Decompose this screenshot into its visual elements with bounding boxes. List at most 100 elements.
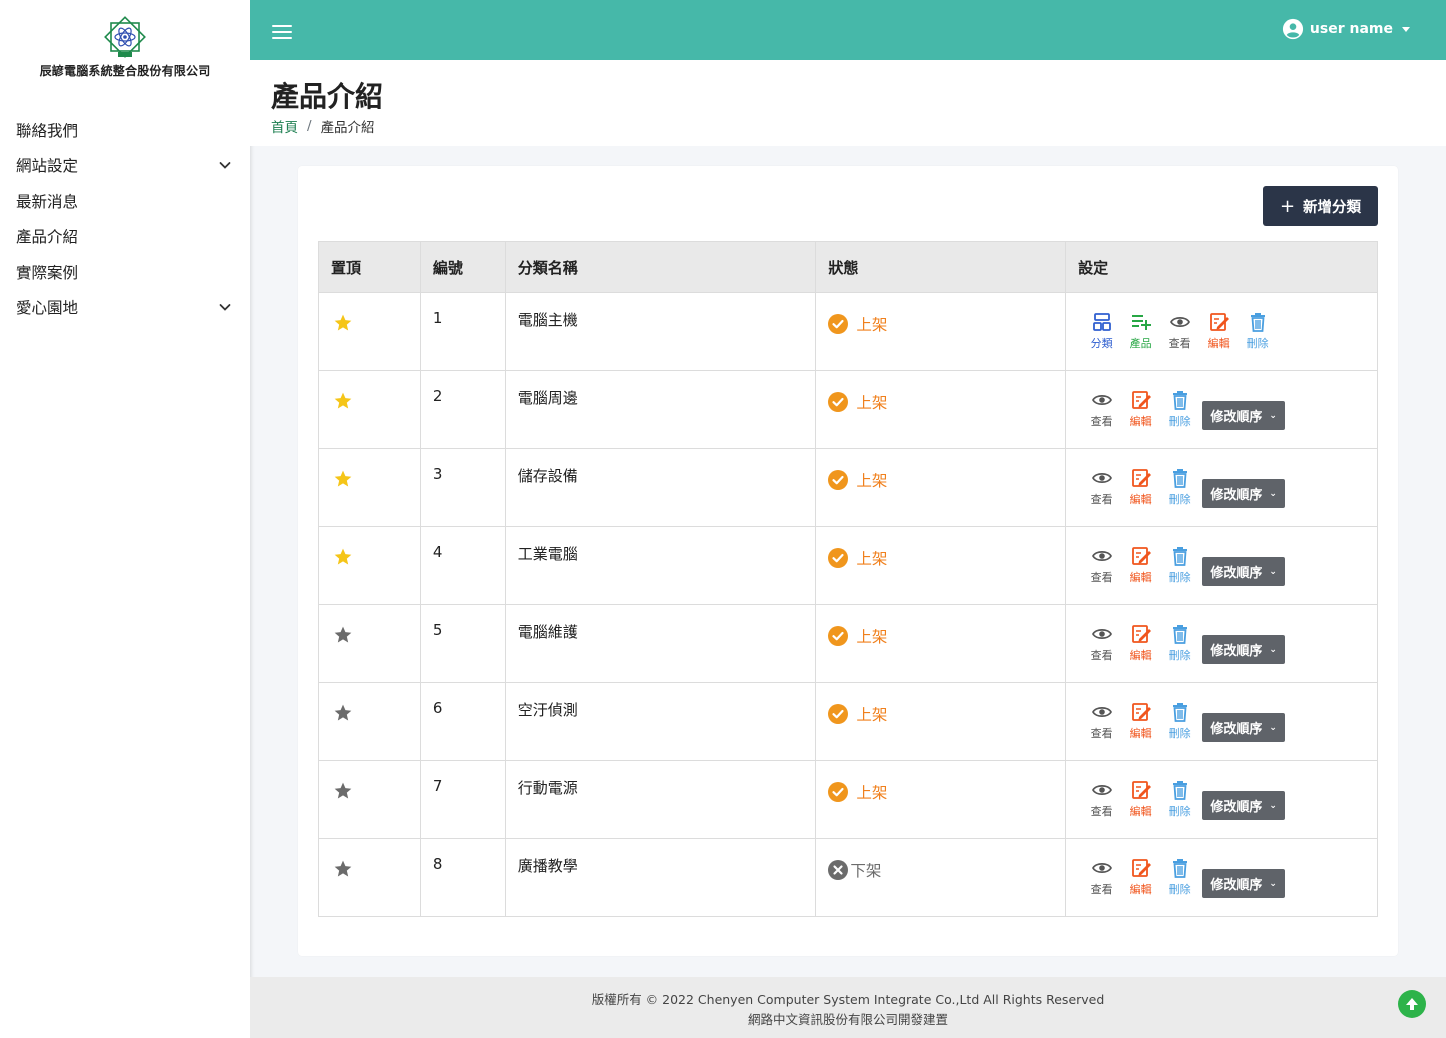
trash-action[interactable]: 刪除 <box>1238 311 1277 351</box>
eye-action[interactable]: 查看 <box>1082 623 1121 663</box>
settings-cell: 查看 編輯 刪除 修改順序 ⌄ <box>1065 526 1378 605</box>
action-label: 編輯 <box>1129 415 1152 428</box>
action-label: 刪除 <box>1168 727 1191 740</box>
settings-cell: 查看 編輯 刪除 修改順序 ⌄ <box>1065 838 1378 917</box>
pin-star-icon[interactable] <box>333 469 353 489</box>
check-circle-icon <box>828 314 849 334</box>
pin-star-icon[interactable] <box>333 625 353 645</box>
chevron-down-icon: ⌄ <box>1269 722 1277 733</box>
pinned-cell <box>318 760 421 839</box>
change-order-button[interactable]: 修改順序 ⌄ <box>1202 479 1286 508</box>
trash-action[interactable]: 刪除 <box>1160 779 1199 819</box>
edit-icon <box>1131 547 1151 565</box>
eye-action[interactable]: 查看 <box>1082 701 1121 741</box>
sidebar-item-4[interactable]: 產品介紹 <box>0 219 250 255</box>
trash-icon <box>1172 391 1187 410</box>
status-badge[interactable]: 上架 <box>828 313 1065 335</box>
breadcrumb-home-link[interactable]: 首頁 <box>271 116 298 136</box>
eye-icon <box>1091 707 1112 717</box>
status-badge[interactable]: 上架 <box>828 547 1065 569</box>
id-cell: 8 <box>419 838 506 917</box>
id-cell: 6 <box>419 682 506 761</box>
id-cell: 5 <box>419 604 506 683</box>
add-category-button[interactable]: + 新增分類 <box>1263 186 1378 226</box>
edit-icon <box>1131 859 1151 877</box>
action-label: 查看 <box>1090 727 1113 740</box>
status-badge[interactable]: 上架 <box>828 391 1065 413</box>
edit-action[interactable]: 編輯 <box>1121 779 1160 819</box>
sidebar-item-5[interactable]: 實際案例 <box>0 254 250 290</box>
eye-action[interactable]: 查看 <box>1082 389 1121 429</box>
user-menu[interactable]: user name <box>1282 18 1410 40</box>
change-order-button[interactable]: 修改順序 ⌄ <box>1202 791 1286 820</box>
header-name: 分類名稱 <box>504 241 817 293</box>
status-badge[interactable]: 下架 <box>828 859 1065 881</box>
status-badge[interactable]: 上架 <box>828 781 1065 803</box>
edit-action[interactable]: 編輯 <box>1121 857 1160 897</box>
action-label: 編輯 <box>1129 571 1152 584</box>
plus-icon: + <box>1279 195 1296 217</box>
breadcrumb: 首頁 / 產品介紹 <box>271 116 375 136</box>
table-row: 6 空汙偵測 上架 查看 編輯 刪除 修改順序 ⌄ <box>318 682 1378 761</box>
edit-action[interactable]: 編輯 <box>1121 545 1160 585</box>
trash-action[interactable]: 刪除 <box>1160 701 1199 741</box>
eye-action[interactable]: 查看 <box>1160 311 1199 351</box>
eye-action[interactable]: 查看 <box>1082 779 1121 819</box>
category-icon <box>1092 313 1111 331</box>
pin-star-icon[interactable] <box>333 313 353 333</box>
pin-star-icon[interactable] <box>333 781 353 801</box>
change-order-label: 修改順序 <box>1210 488 1263 503</box>
edit-action[interactable]: 編輯 <box>1121 701 1160 741</box>
pin-star-icon[interactable] <box>333 703 353 723</box>
change-order-button[interactable]: 修改順序 ⌄ <box>1202 713 1286 742</box>
sidebar-item-6[interactable]: 愛心園地 <box>0 290 250 326</box>
change-order-label: 修改順序 <box>1210 878 1263 893</box>
company-logo-icon <box>104 16 146 58</box>
scroll-top-button[interactable] <box>1398 990 1426 1018</box>
trash-action[interactable]: 刪除 <box>1160 545 1199 585</box>
eye-icon <box>1091 785 1112 795</box>
list-add-action[interactable]: 產品 <box>1121 311 1160 351</box>
eye-action[interactable]: 查看 <box>1082 857 1121 897</box>
action-label: 查看 <box>1168 337 1191 350</box>
id-cell: 2 <box>419 370 506 449</box>
check-circle-icon <box>828 704 849 724</box>
eye-action[interactable]: 查看 <box>1082 545 1121 585</box>
pinned-cell <box>318 370 421 449</box>
change-order-button[interactable]: 修改順序 ⌄ <box>1202 557 1286 586</box>
change-order-button[interactable]: 修改順序 ⌄ <box>1202 635 1286 664</box>
category-name-cell: 工業電腦 <box>504 526 817 605</box>
brand[interactable]: 辰諺電腦系統整合股份有限公司 <box>0 0 250 84</box>
pin-star-icon[interactable] <box>333 547 353 567</box>
change-order-button[interactable]: 修改順序 ⌄ <box>1202 869 1286 898</box>
sidebar-item-1[interactable]: 聯絡我們 <box>0 112 250 148</box>
status-badge[interactable]: 上架 <box>828 469 1065 491</box>
status-label: 上架 <box>856 316 888 334</box>
table-row: 2 電腦周邊 上架 查看 編輯 刪除 修改順序 ⌄ <box>318 370 1378 449</box>
change-order-button[interactable]: 修改順序 ⌄ <box>1202 401 1286 430</box>
status-badge[interactable]: 上架 <box>828 703 1065 725</box>
pin-star-icon[interactable] <box>333 391 353 411</box>
trash-action[interactable]: 刪除 <box>1160 857 1199 897</box>
trash-icon <box>1172 547 1187 566</box>
pin-star-icon[interactable] <box>333 859 353 879</box>
sidebar-item-label: 聯絡我們 <box>16 121 79 140</box>
trash-action[interactable]: 刪除 <box>1160 389 1199 429</box>
edit-action[interactable]: 編輯 <box>1199 311 1238 351</box>
edit-action[interactable]: 編輯 <box>1121 467 1160 507</box>
eye-icon <box>1091 629 1112 639</box>
status-badge[interactable]: 上架 <box>828 625 1065 647</box>
category-action[interactable]: 分類 <box>1082 311 1121 351</box>
trash-icon <box>1172 781 1187 800</box>
brand-name: 辰諺電腦系統整合股份有限公司 <box>39 64 211 78</box>
menu-toggle-icon[interactable] <box>272 25 292 39</box>
edit-action[interactable]: 編輯 <box>1121 389 1160 429</box>
sidebar-item-2[interactable]: 網站設定 <box>0 148 250 184</box>
edit-icon <box>1131 391 1151 409</box>
trash-action[interactable]: 刪除 <box>1160 623 1199 663</box>
row-actions: 查看 編輯 刪除 修改順序 ⌄ <box>1082 623 1377 664</box>
edit-action[interactable]: 編輯 <box>1121 623 1160 663</box>
trash-action[interactable]: 刪除 <box>1160 467 1199 507</box>
eye-action[interactable]: 查看 <box>1082 467 1121 507</box>
sidebar-item-3[interactable]: 最新消息 <box>0 183 250 219</box>
